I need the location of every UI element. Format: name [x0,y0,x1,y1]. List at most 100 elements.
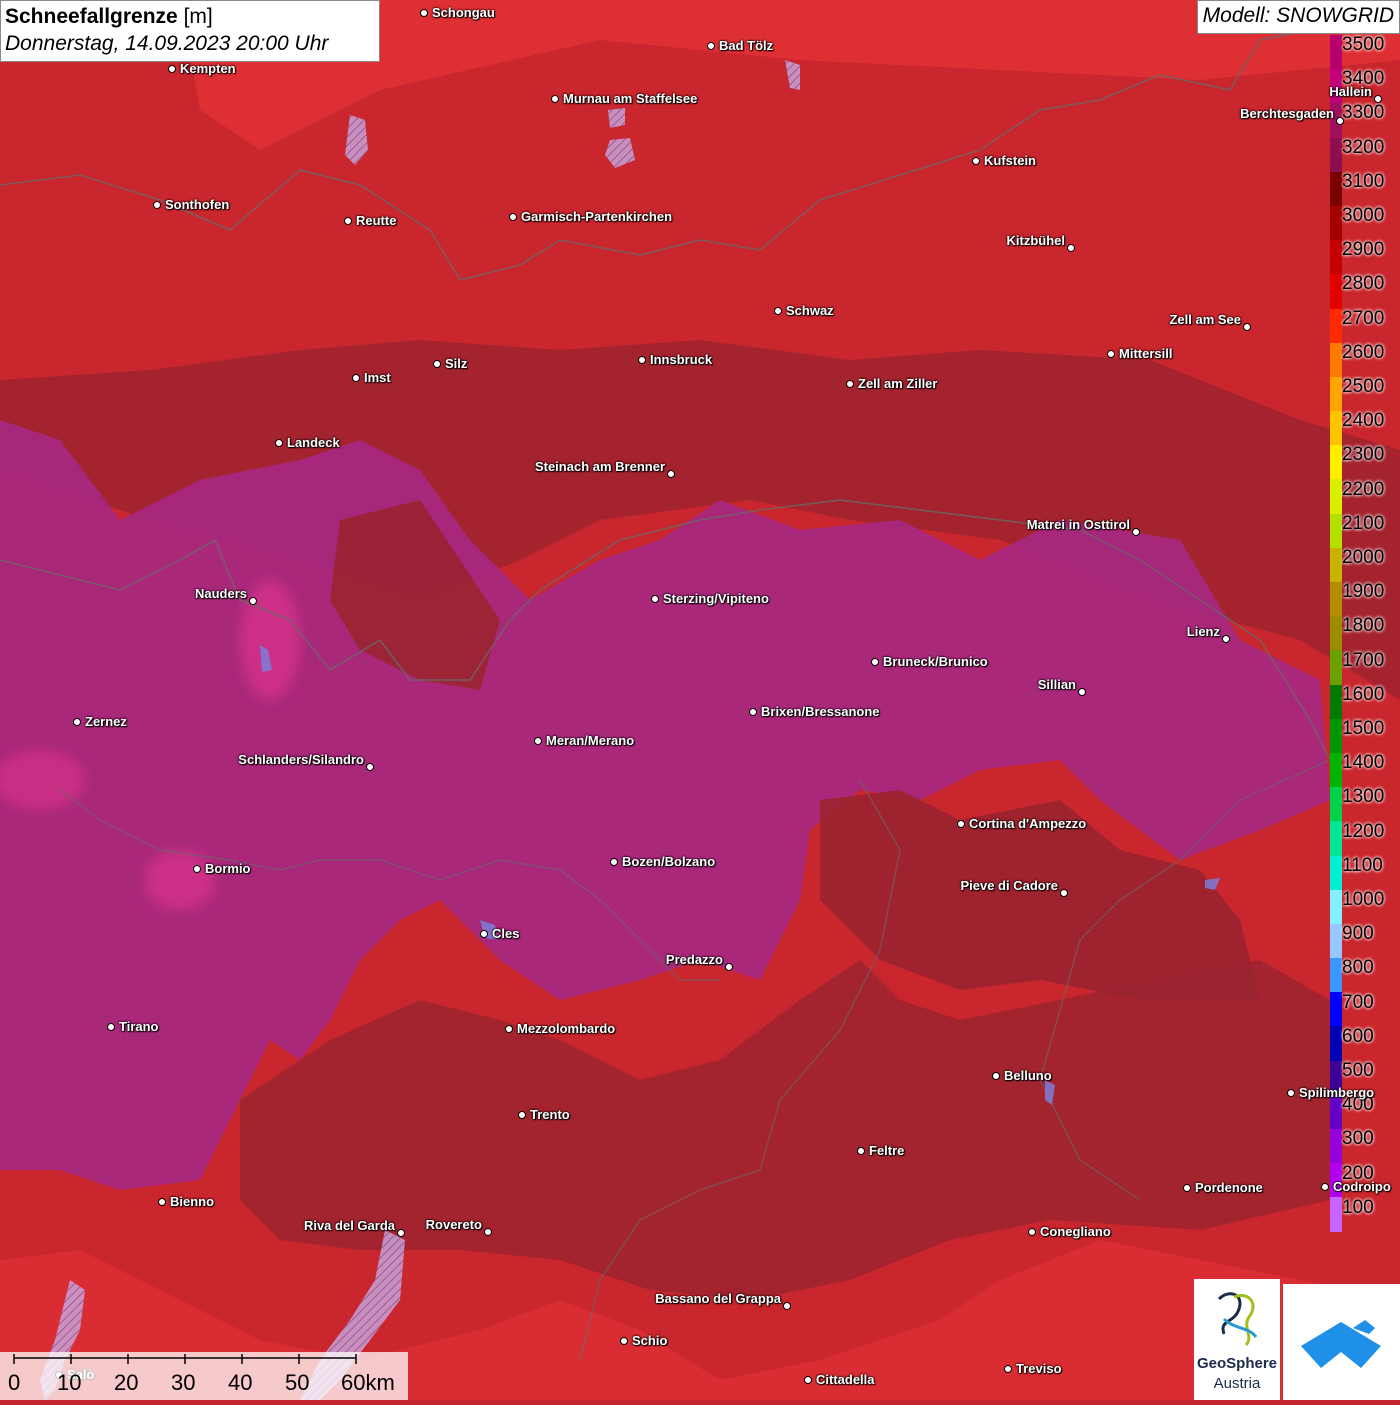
city-dot [518,1111,526,1119]
legend-label: 300 [1342,1128,1374,1150]
city-dot [275,439,283,447]
legend-swatch [1330,1129,1342,1164]
city-label: Kufstein [984,153,1036,168]
city-dot [107,1023,115,1031]
legend-label: 3000 [1342,205,1385,226]
legend-swatch [1330,205,1342,241]
city-label: Sonthofen [165,197,230,212]
legend-label: 2400 [1342,410,1385,432]
variable-name: Schneefallgrenze [5,5,178,28]
legend-label: 3300 [1342,102,1385,124]
legend-label: 1700 [1342,649,1385,671]
legend-swatch [1330,582,1342,617]
city-dot [857,1147,865,1155]
city-dot [1336,117,1344,125]
city-dot [667,470,675,478]
city-dot [1183,1184,1191,1192]
scale-bar: 0 10 20 30 40 50 60km [0,1352,408,1400]
city-label: Schwaz [786,303,834,318]
city-label: Berchtesgaden [1240,106,1334,121]
city-label: Belluno [1004,1068,1052,1083]
city-dot [871,658,879,666]
city-label: Treviso [1016,1361,1062,1376]
city-dot [249,597,257,605]
city-label: Pordenone [1195,1180,1263,1195]
legend-swatch [1330,855,1342,890]
city-dot [1132,528,1140,536]
legend-swatch [1330,958,1342,993]
city-label: Bormio [205,861,251,876]
city-dot [344,217,352,225]
geosphere-logo-icon [1217,1292,1258,1347]
city-label: Murnau am Staffelsee [563,91,698,106]
legend-swatch [1330,1197,1342,1232]
city-label: Landeck [287,435,340,450]
legend-label: 600 [1342,1025,1374,1047]
city-label: Zell am See [1169,312,1241,327]
city-dot [783,1302,791,1310]
legend-swatch [1330,787,1342,822]
legend-swatch [1330,1026,1342,1061]
city-label: Nauders [194,586,247,601]
city-label: Predazzo [665,952,723,967]
city-label: Cortina d'Ampezzo [969,816,1087,831]
legend-swatch [1330,923,1342,959]
city-dot [1321,1183,1329,1191]
city-label: Cittadella [816,1372,875,1387]
city-dot [1287,1089,1295,1097]
legend-swatch [1330,308,1342,343]
city-label: Feltre [869,1143,905,1158]
city-dot [420,9,428,17]
city-label: Bassano del Grappa [655,1291,781,1306]
city-label: Mittersill [1119,346,1173,361]
city-label: Lienz [1186,624,1220,639]
legend-label: 900 [1342,923,1374,945]
legend-label: 2700 [1342,307,1385,329]
city-dot [725,963,733,971]
city-label: Zernez [85,714,127,729]
legend-swatch [1330,650,1342,685]
city-label: Sterzing/Vipiteno [663,591,769,606]
geosphere-line2: Austria [1213,1375,1261,1392]
city-label: Riva del Garda [303,1218,395,1233]
scale-tick-label: 50 [285,1370,310,1395]
mountain-logo [1283,1284,1400,1400]
city-dot [397,1229,405,1237]
scale-tick-label: 60km [341,1370,395,1395]
city-label: Schio [632,1333,668,1348]
city-label: Zell am Ziller [858,376,938,391]
scale-tick-label: 20 [114,1370,139,1395]
city-dot [158,1198,166,1206]
geosphere-line1: GeoSphere [1196,1355,1278,1372]
datetime-label: Donnerstag, 14.09.2023 20:00 Uhr [5,32,329,55]
legend-label: 1600 [1342,683,1385,705]
legend-swatch [1330,889,1342,924]
city-dot [774,307,782,315]
city-label: Innsbruck [650,352,713,367]
city-dot [551,95,559,103]
title-box: Schneefallgrenze [m] Donnerstag, 14.09.2… [0,0,380,62]
city-label: Bozen/Bolzano [622,854,716,869]
city-dot [366,763,374,771]
city-dot [651,595,659,603]
city-label: Meran/Merano [546,733,635,748]
city-dot [153,201,161,209]
city-label: Kempten [180,61,236,76]
legend-label: 1800 [1342,615,1385,637]
legend-label: 500 [1342,1060,1374,1081]
legend-swatch [1330,342,1342,377]
legend-swatch [1330,274,1342,309]
city-dot [534,737,542,745]
city-dot [972,157,980,165]
city-label: Reutte [356,213,397,228]
legend-label: 1100 [1342,854,1383,876]
city-dot [638,356,646,364]
city-label: Sillian [1037,677,1076,692]
color-legend [1330,35,1342,1232]
legend-label: 1200 [1342,820,1385,842]
city-label: Kitzbühel [1006,233,1066,248]
city-label: Trento [530,1107,570,1122]
city-label: Garmisch-Partenkirchen [521,209,673,224]
city-label: Bienno [170,1194,215,1209]
city-label: Spilimbergo [1299,1085,1375,1100]
